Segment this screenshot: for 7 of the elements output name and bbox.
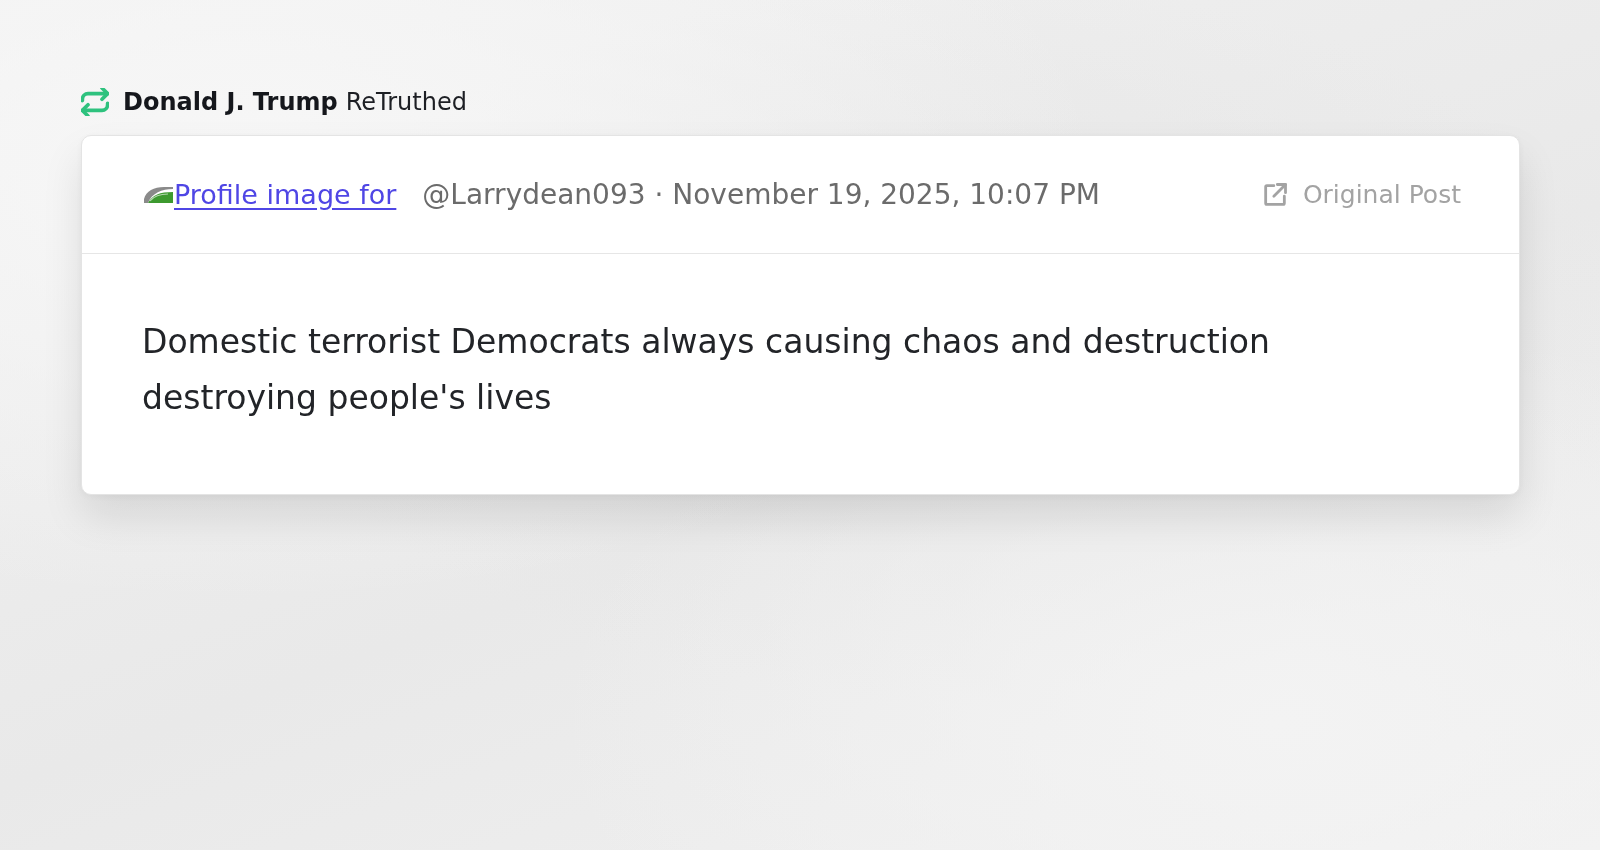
- post-meta: @Larrydean093 · November 19, 2025, 10:07 PM: [422, 178, 1100, 211]
- author-name: Donald J. Trump: [123, 88, 338, 116]
- broken-image-icon: [142, 184, 174, 205]
- retruth-label: ReTruthed: [345, 88, 467, 116]
- profile-image-link[interactable]: Profile image for: [142, 179, 397, 210]
- repost-icon: [81, 88, 109, 116]
- post-text: Domestic terrorist Democrats always causing chaos and destruction destroying people's lives: [142, 321, 1271, 419]
